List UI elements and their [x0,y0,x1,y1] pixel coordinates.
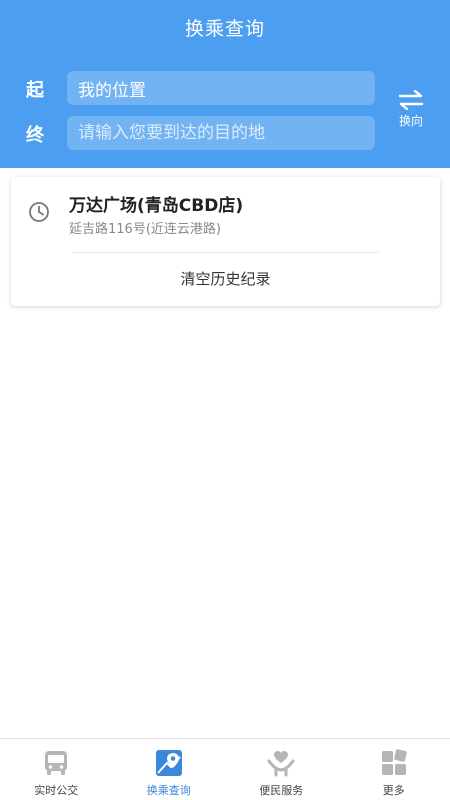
end-label: 终 [26,125,44,146]
start-label: 起 [26,80,44,101]
tab-label: 实时公交 [34,784,79,797]
start-input[interactable] [67,71,375,105]
top-header: 换乘查询 起 终 换向 [0,0,450,168]
page-title: 换乘查询 [184,18,265,40]
history-card: 万达广场(青岛CBD店) 延吉路116号(近连云港路) 清空历史纪录 [11,177,440,306]
clear-history-button[interactable]: 清空历史纪录 [11,253,440,306]
clock-icon [28,201,50,227]
history-item[interactable]: 万达广场(青岛CBD店) 延吉路116号(近连云港路) [11,177,440,251]
tab-label: 换乘查询 [146,784,191,797]
swap-label: 换向 [398,114,423,128]
tab-more[interactable]: 更多 [338,739,450,800]
swap-button[interactable]: 换向 [388,90,434,134]
swap-icon [388,90,434,110]
tab-convenience-services[interactable]: 便民服务 [225,739,338,800]
tab-realtime-bus[interactable]: 实时公交 [0,739,113,800]
bottom-tab-bar: 实时公交 换乘查询 便民服务 更多 [0,738,450,800]
history-place-address: 延吉路116号(近连云港路) [69,222,221,237]
destination-input[interactable] [67,116,375,150]
tab-label: 便民服务 [259,784,304,797]
tab-label: 更多 [382,784,405,797]
history-place-name: 万达广场(青岛CBD店) [69,196,244,216]
tab-transfer-query[interactable]: 换乘查询 [113,739,226,800]
